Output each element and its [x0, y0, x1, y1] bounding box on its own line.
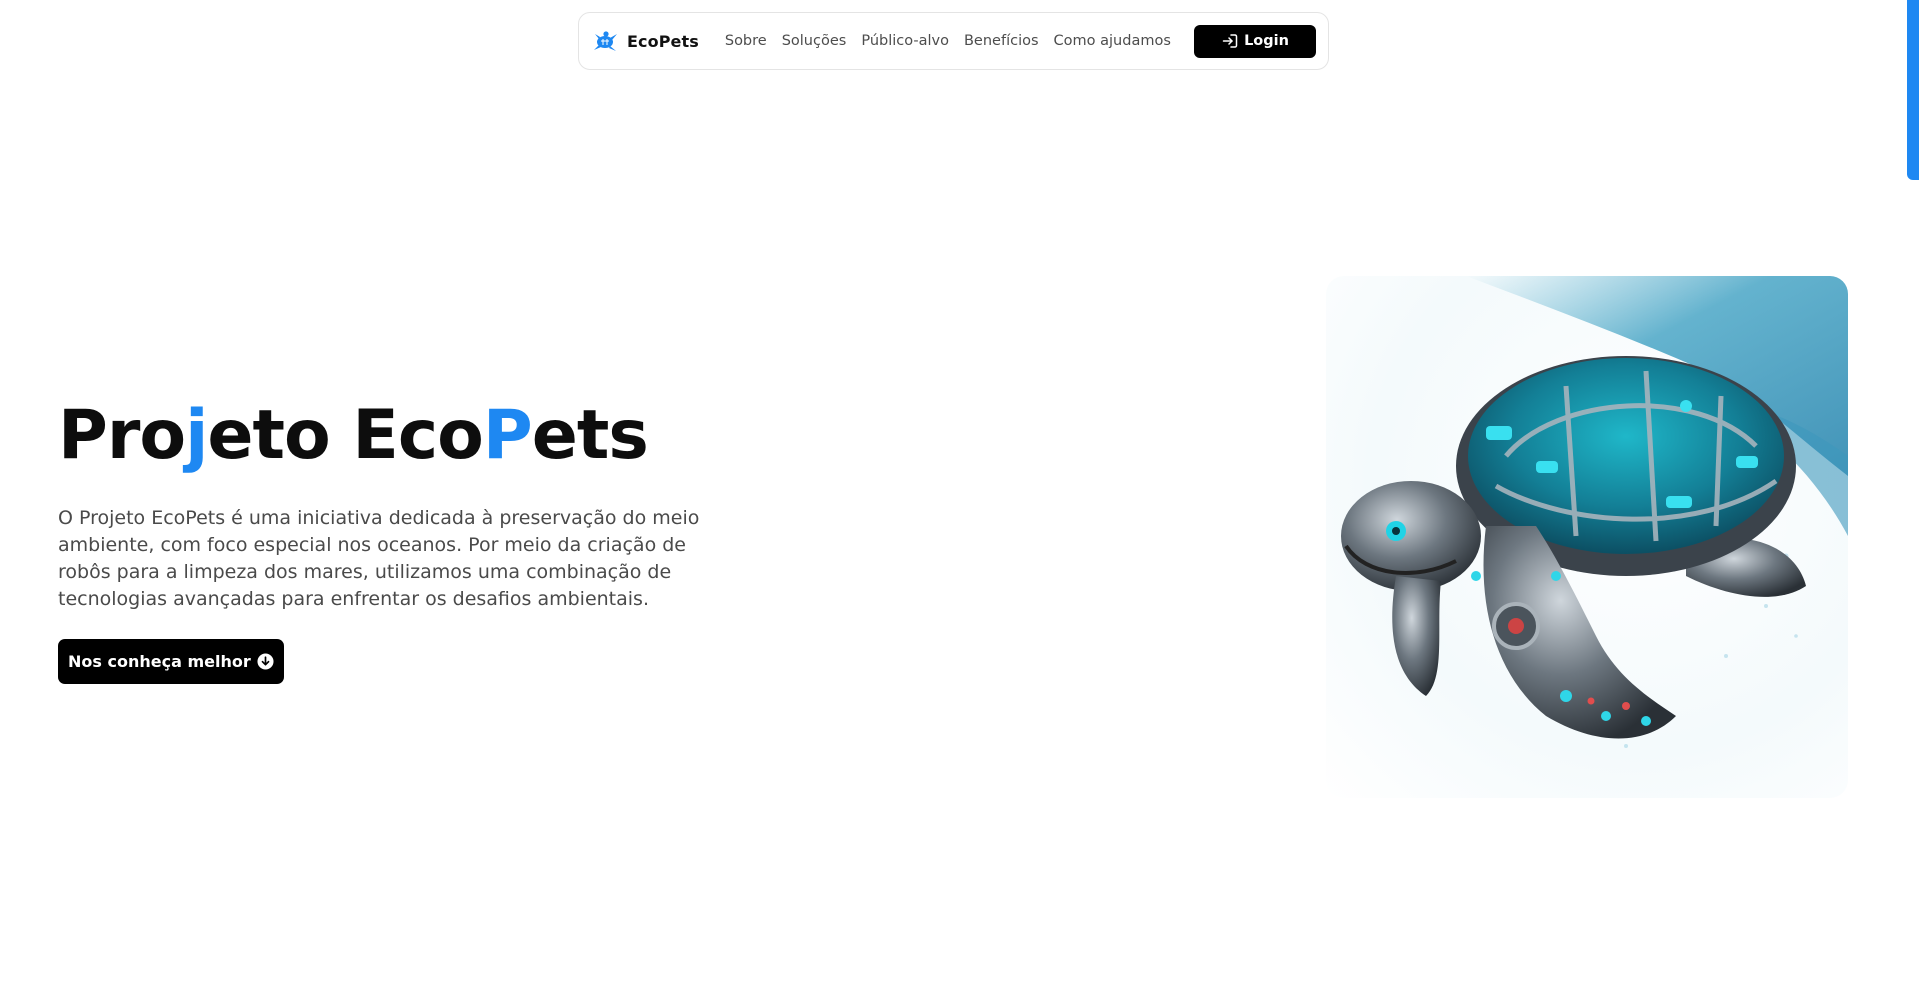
- login-icon: [1221, 32, 1239, 50]
- learn-more-button[interactable]: Nos conheça melhor: [58, 639, 284, 684]
- nav-link-solucoes[interactable]: Soluções: [782, 33, 847, 49]
- hero-title-accent: P: [482, 396, 533, 475]
- hero-title-part: eto Eco: [207, 396, 483, 475]
- navbar: EcoPets Sobre Soluções Público-alvo Bene…: [578, 12, 1329, 70]
- turtle-logo-icon: [591, 28, 621, 54]
- brand-name: EcoPets: [627, 31, 699, 51]
- hero-title-part: Pro: [58, 396, 186, 475]
- login-button[interactable]: Login: [1194, 24, 1316, 58]
- brand[interactable]: EcoPets: [591, 28, 699, 54]
- nav-link-publico-alvo[interactable]: Público-alvo: [861, 33, 949, 49]
- arrow-down-circle-icon: [257, 653, 274, 670]
- hero-description: O Projeto EcoPets é uma iniciativa dedic…: [58, 507, 700, 610]
- scrollbar[interactable]: [1907, 0, 1919, 996]
- hero-title: Projeto EcoPets: [58, 392, 649, 480]
- nav-link-como-ajudamos[interactable]: Como ajudamos: [1054, 33, 1171, 49]
- login-label: Login: [1244, 33, 1289, 49]
- scrollbar-thumb[interactable]: [1907, 0, 1919, 180]
- hero-title-part: ets: [531, 396, 649, 475]
- nav-links: Sobre Soluções Público-alvo Benefícios C…: [725, 33, 1171, 49]
- nav-link-sobre[interactable]: Sobre: [725, 33, 767, 49]
- hero-title-accent: j: [185, 396, 208, 475]
- learn-more-label: Nos conheça melhor: [68, 652, 251, 671]
- page: EcoPets Sobre Soluções Público-alvo Bene…: [0, 0, 1919, 996]
- nav-link-beneficios[interactable]: Benefícios: [964, 33, 1039, 49]
- robotic-sea-turtle-image: [1326, 276, 1848, 798]
